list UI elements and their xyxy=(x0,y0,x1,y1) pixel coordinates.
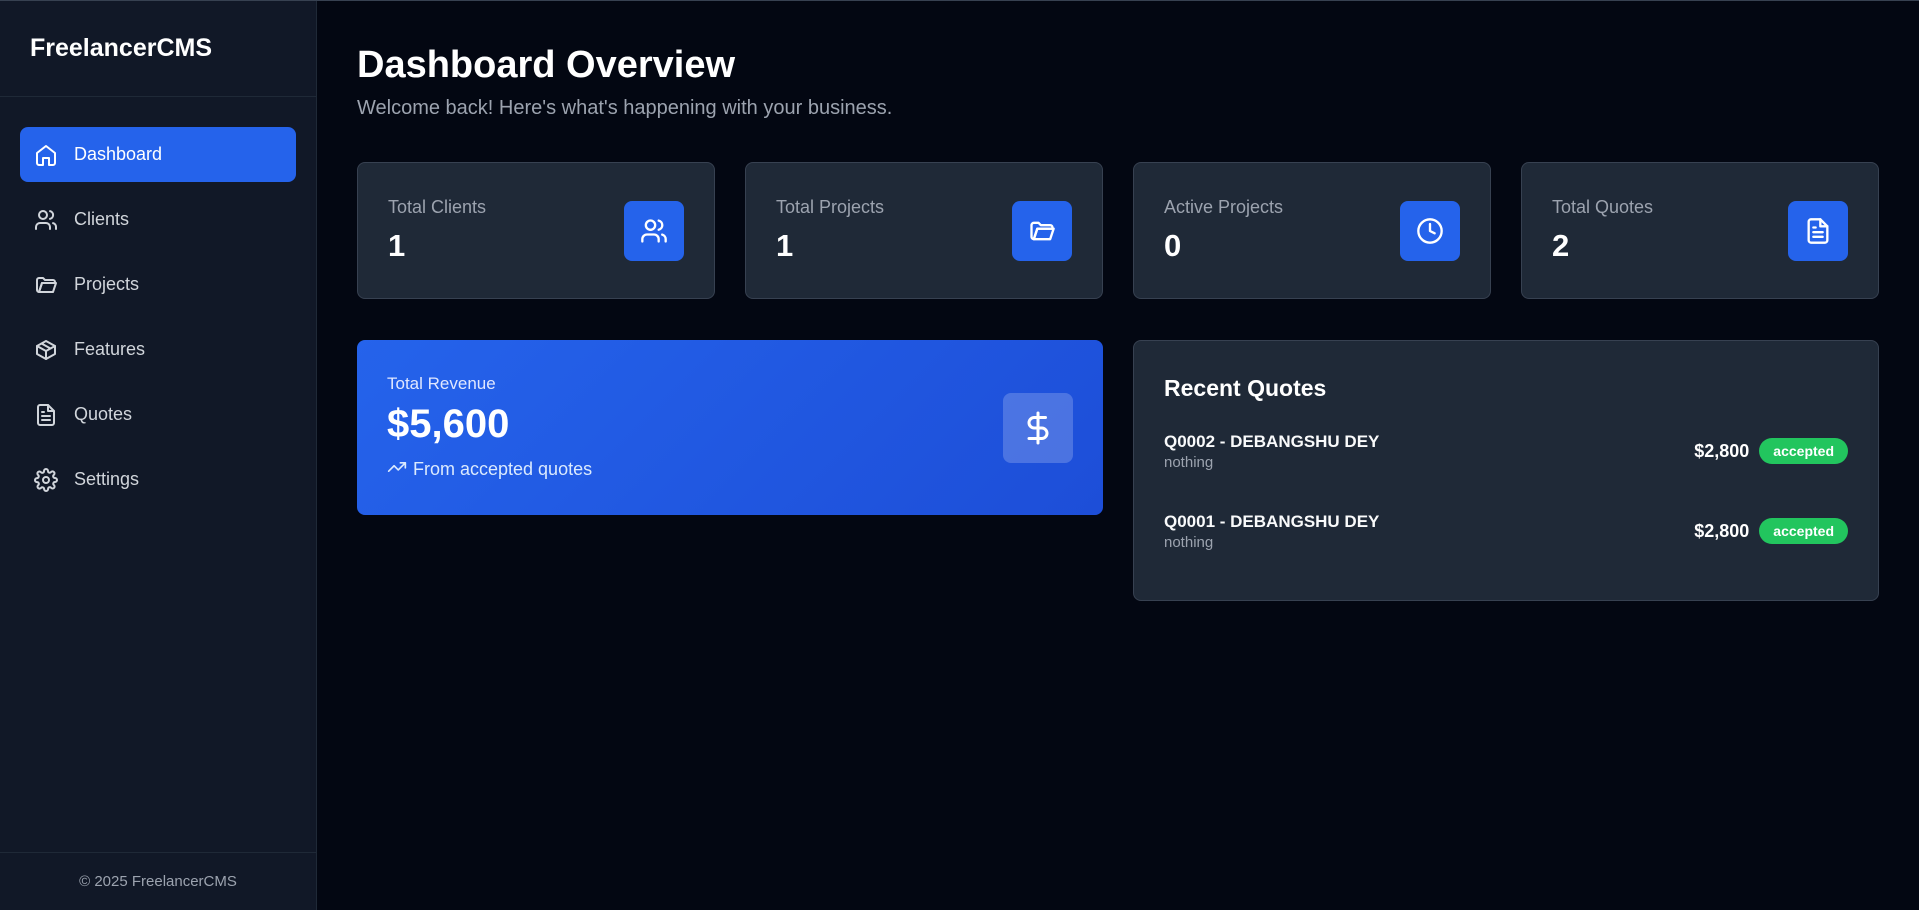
clock-icon xyxy=(1400,200,1460,261)
stat-label: Total Clients xyxy=(388,197,487,217)
trending-up-icon xyxy=(387,457,407,482)
status-badge: accepted xyxy=(1759,518,1848,544)
home-icon xyxy=(34,143,58,167)
quote-row[interactable]: Q0001 - DEBANGSHU DEY nothing $2,800 acc… xyxy=(1164,506,1848,556)
revenue-card: Total Revenue $5,600 From accepted quote… xyxy=(357,340,1103,515)
stat-value: 0 xyxy=(1164,228,1182,263)
revenue-value: $5,600 xyxy=(387,401,510,446)
stat-value: 1 xyxy=(776,228,794,263)
quote-name: Q0001 - DEBANGSHU DEY xyxy=(1164,511,1380,531)
sidebar-item-label: Projects xyxy=(74,274,140,294)
summary-row: Total Revenue $5,600 From accepted quote… xyxy=(357,340,1879,601)
sidebar-item-features[interactable]: Features xyxy=(20,322,296,377)
revenue-note-text: From accepted quotes xyxy=(413,458,593,479)
stat-card-active-projects: Active Projects 0 xyxy=(1133,162,1491,299)
folder-open-icon xyxy=(1012,200,1072,261)
sidebar-footer: © 2025 FreelancerCMS xyxy=(0,852,316,910)
stat-value: 1 xyxy=(388,228,406,263)
sidebar-item-quotes[interactable]: Quotes xyxy=(20,387,296,442)
quote-description: nothing xyxy=(1164,453,1214,471)
box-icon xyxy=(34,338,58,362)
sidebar-nav: Dashboard Clients Projects Features Quot… xyxy=(0,97,316,852)
revenue-label: Total Revenue xyxy=(387,373,496,393)
sidebar-item-label: Clients xyxy=(74,209,130,229)
folder-icon xyxy=(34,273,58,297)
stat-card-total-quotes: Total Quotes 2 xyxy=(1521,162,1879,299)
brand-logo[interactable]: FreelancerCMS xyxy=(0,1,316,97)
sidebar-item-settings[interactable]: Settings xyxy=(20,452,296,507)
page-title: Dashboard Overview xyxy=(357,44,736,86)
quote-row[interactable]: Q0002 - DEBANGSHU DEY nothing $2,800 acc… xyxy=(1164,426,1848,476)
stat-label: Active Projects xyxy=(1164,197,1284,217)
quote-amount: $2,800 xyxy=(1694,520,1750,541)
page-subtitle: Welcome back! Here's what's happening wi… xyxy=(357,97,893,119)
sidebar-item-dashboard[interactable]: Dashboard xyxy=(20,127,296,182)
sidebar-item-clients[interactable]: Clients xyxy=(20,192,296,247)
stat-value: 2 xyxy=(1552,228,1570,263)
dollar-icon xyxy=(1003,392,1073,463)
users-icon xyxy=(34,208,58,232)
file-text-icon xyxy=(34,403,58,427)
sidebar-item-projects[interactable]: Projects xyxy=(20,257,296,312)
stat-card-total-clients: Total Clients 1 xyxy=(357,162,715,299)
recent-quotes-card: Recent Quotes Q0002 - DEBANGSHU DEY noth… xyxy=(1133,340,1879,601)
quote-list: Q0002 - DEBANGSHU DEY nothing $2,800 acc… xyxy=(1164,426,1848,556)
quote-amount: $2,800 xyxy=(1694,440,1750,461)
sidebar: FreelancerCMS Dashboard Clients Projects xyxy=(0,1,317,910)
stat-card-total-projects: Total Projects 1 xyxy=(745,162,1103,299)
sidebar-item-label: Features xyxy=(74,339,146,359)
app-shell: FreelancerCMS Dashboard Clients Projects xyxy=(0,0,1919,910)
users-icon xyxy=(624,200,684,261)
gear-icon xyxy=(34,467,58,492)
stat-label: Total Quotes xyxy=(1552,197,1654,217)
stats-row: Total Clients 1 Total Projects 1 Active … xyxy=(357,162,1879,299)
stat-label: Total Projects xyxy=(776,197,885,217)
sidebar-item-label: Quotes xyxy=(74,404,133,424)
main-content: Dashboard Overview Welcome back! Here's … xyxy=(317,1,1919,910)
quote-name: Q0002 - DEBANGSHU DEY xyxy=(1164,431,1380,451)
file-text-icon xyxy=(1788,200,1848,261)
sidebar-item-label: Dashboard xyxy=(74,144,163,164)
recent-quotes-title: Recent Quotes xyxy=(1164,375,1327,401)
status-badge: accepted xyxy=(1759,438,1848,464)
quote-description: nothing xyxy=(1164,533,1214,551)
sidebar-item-label: Settings xyxy=(74,469,140,489)
revenue-note: From accepted quotes xyxy=(387,457,592,482)
